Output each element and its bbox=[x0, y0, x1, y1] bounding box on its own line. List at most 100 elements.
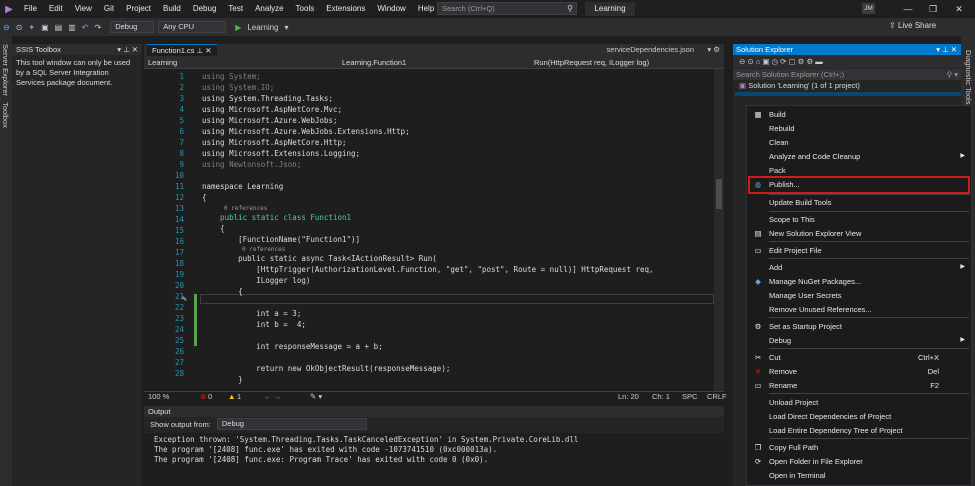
menu-extensions[interactable]: Extensions bbox=[320, 0, 371, 18]
output-line-3: The program '[2408] func.exe: Program Tr… bbox=[154, 455, 489, 464]
editor-scrollbar[interactable] bbox=[714, 69, 724, 391]
quick-actions-icon[interactable]: ✎ bbox=[182, 294, 187, 303]
menu-window[interactable]: Window bbox=[371, 0, 411, 18]
configuration-value: Debug bbox=[115, 22, 138, 31]
menu-test[interactable]: Test bbox=[222, 0, 249, 18]
tab-overflow-icon[interactable]: ▾ ⚙ bbox=[707, 44, 720, 56]
menu-item-load-tree[interactable]: Load Entire Dependency Tree of Project bbox=[747, 424, 971, 437]
menu-item-pack-label: Pack bbox=[769, 166, 786, 175]
menu-git[interactable]: Git bbox=[98, 0, 120, 18]
codelens-references[interactable]: 0 references bbox=[224, 205, 267, 212]
menu-item-nuget[interactable]: ◆ Manage NuGet Packages... bbox=[747, 275, 971, 288]
tab-function1[interactable]: Function1.cs ⊥ ✕ bbox=[147, 44, 217, 56]
code-cleanup-icon[interactable]: ✎ ▾ bbox=[310, 392, 322, 402]
undo-icon[interactable]: ↶ bbox=[79, 23, 92, 32]
menu-item-copy-path[interactable]: ❐ Copy Full Path bbox=[747, 441, 971, 454]
menu-build[interactable]: Build bbox=[157, 0, 187, 18]
menu-project[interactable]: Project bbox=[120, 0, 157, 18]
menu-item-rename[interactable]: ▭ Rename F2 bbox=[747, 379, 971, 392]
menu-item-user-secrets[interactable]: Manage User Secrets bbox=[747, 289, 971, 302]
close-icon[interactable]: ✕ bbox=[947, 0, 971, 18]
class-dropdown[interactable]: Learning.Function1 bbox=[338, 57, 524, 68]
server-explorer-tab[interactable]: Server Explorer bbox=[1, 44, 10, 96]
diagnostic-tools-tab[interactable]: Diagnostic Tools bbox=[964, 50, 973, 104]
redo-icon[interactable]: ↷ bbox=[92, 23, 105, 32]
solution-explorer-tool-icons[interactable]: ⊖ ⊙ ⌂ ▣ ◷ ⟳ ▢ ⚙ ⚙ ▬ bbox=[733, 57, 823, 66]
menu-tools[interactable]: Tools bbox=[290, 0, 321, 18]
code-editor[interactable]: 1 2 3 4 5 6 7 8 9 10 11 12 13 14 15 16 17 18 19 20 21 22 23 24 2… bbox=[144, 69, 714, 391]
menu-item-load-direct[interactable]: Load Direct Dependencies of Project bbox=[747, 410, 971, 423]
save-all-icon[interactable]: ▥ bbox=[65, 23, 79, 32]
code-line-19: { bbox=[202, 287, 243, 296]
toolbox-tab[interactable]: Toolbox bbox=[1, 102, 10, 128]
menu-item-startup[interactable]: ⚙ Set as Startup Project bbox=[747, 320, 971, 333]
tab-service-dependencies[interactable]: serviceDependencies.json bbox=[606, 44, 694, 56]
error-count[interactable]: 0 bbox=[208, 392, 212, 402]
selected-project-node[interactable] bbox=[735, 92, 961, 96]
menu-item-unload[interactable]: Unload Project bbox=[747, 396, 971, 409]
output-line-2: The program '[2408] func.exe' has exited… bbox=[154, 445, 498, 454]
minimize-icon[interactable]: — bbox=[896, 0, 920, 18]
project-dropdown[interactable]: Learning bbox=[144, 57, 332, 68]
platform-dropdown[interactable]: Any CPU bbox=[158, 21, 227, 33]
line-ending-indicator[interactable]: CRLF bbox=[707, 392, 727, 402]
cut-shortcut: Ctrl+X bbox=[917, 353, 939, 362]
menu-item-scope[interactable]: Scope to This bbox=[747, 213, 971, 226]
scrollbar-thumb[interactable] bbox=[716, 179, 722, 209]
menu-item-add[interactable]: Add ▶ bbox=[747, 261, 971, 274]
save-icon[interactable]: ▤ bbox=[52, 23, 66, 32]
menu-item-clean[interactable]: Clean bbox=[747, 136, 971, 149]
live-share-button[interactable]: ⇪ Live Share bbox=[889, 21, 936, 30]
maximize-icon[interactable]: ❐ bbox=[921, 0, 945, 18]
new-item-icon[interactable]: ✦ bbox=[25, 23, 38, 32]
menu-item-build[interactable]: ▦ Build bbox=[747, 108, 971, 121]
menu-item-cut[interactable]: ✂ Cut Ctrl+X bbox=[747, 351, 971, 364]
menu-item-debug[interactable]: Debug ▶ bbox=[747, 334, 971, 347]
menu-file[interactable]: File bbox=[18, 0, 43, 18]
run-target[interactable]: Learning bbox=[244, 23, 281, 32]
zoom-level[interactable]: 100 % bbox=[148, 392, 169, 402]
open-icon[interactable]: ▣ bbox=[38, 23, 52, 32]
menu-separator bbox=[769, 348, 969, 349]
solution-node[interactable]: ▣ Solution 'Learning' (1 of 1 project) bbox=[733, 80, 961, 92]
run-dropdown-icon[interactable]: ▾ bbox=[282, 23, 292, 32]
configuration-dropdown[interactable]: Debug bbox=[110, 21, 155, 33]
menu-item-rebuild[interactable]: Rebuild bbox=[747, 122, 971, 135]
code-line-12: { bbox=[202, 193, 207, 202]
tab-pin-icon[interactable]: ⊥ ✕ bbox=[197, 46, 212, 55]
code-text-12: { bbox=[202, 193, 207, 202]
warning-count[interactable]: 1 bbox=[237, 392, 241, 402]
search-input[interactable]: Search (Ctrl+Q) ⚲ bbox=[437, 2, 577, 15]
code-text-27: } bbox=[202, 375, 243, 384]
solution-title: Learning bbox=[585, 2, 635, 16]
solution-explorer-search[interactable]: Search Solution Explorer (Ctrl+;) ⚲ ▾ bbox=[733, 69, 961, 80]
menu-item-remove-refs[interactable]: Remove Unused References... bbox=[747, 303, 971, 316]
publish-highlight-box bbox=[748, 176, 970, 194]
menu-item-new-view[interactable]: ▤ New Solution Explorer View bbox=[747, 227, 971, 240]
code-text-6: using Microsoft.Azure.WebJobs.Extensions… bbox=[202, 127, 410, 136]
menu-item-analyze[interactable]: Analyze and Code Cleanup ▶ bbox=[747, 150, 971, 163]
solution-explorer-pin-icon[interactable]: ▾ ⊥ ✕ bbox=[936, 44, 957, 55]
menu-item-remove[interactable]: ✕ Remove Del bbox=[747, 365, 971, 378]
menu-analyze[interactable]: Analyze bbox=[249, 0, 289, 18]
nav-back-icon[interactable]: ← → bbox=[264, 392, 281, 402]
avatar[interactable]: JM bbox=[862, 3, 875, 14]
menu-item-open-terminal[interactable]: Open in Terminal bbox=[747, 469, 971, 482]
menu-item-open-folder[interactable]: ⟳ Open Folder in File Explorer bbox=[747, 455, 971, 468]
start-icon[interactable]: ▶ bbox=[232, 23, 244, 32]
line-number: 17 bbox=[174, 248, 184, 257]
codelens-references-run[interactable]: 0 references bbox=[242, 246, 285, 253]
member-dropdown[interactable]: Run(HttpRequest req, ILogger log) bbox=[530, 57, 720, 68]
panel-pin-icon[interactable]: ▾ ⊥ ✕ bbox=[117, 44, 138, 55]
whitespace-indicator[interactable]: SPC bbox=[682, 392, 697, 402]
back-icon[interactable]: ⊖ bbox=[0, 23, 13, 32]
output-source-dropdown[interactable]: Debug bbox=[216, 418, 367, 430]
menu-help[interactable]: Help bbox=[412, 0, 440, 18]
forward-icon[interactable]: ⊙ bbox=[13, 23, 26, 32]
menu-item-edit-project[interactable]: ▭ Edit Project File bbox=[747, 244, 971, 257]
menu-view[interactable]: View bbox=[69, 0, 98, 18]
output-text[interactable]: Exception thrown: 'System.Threading.Task… bbox=[144, 433, 724, 486]
menu-edit[interactable]: Edit bbox=[43, 0, 69, 18]
menu-debug[interactable]: Debug bbox=[187, 0, 223, 18]
menu-item-update-build-tools[interactable]: Update Build Tools bbox=[747, 196, 971, 209]
